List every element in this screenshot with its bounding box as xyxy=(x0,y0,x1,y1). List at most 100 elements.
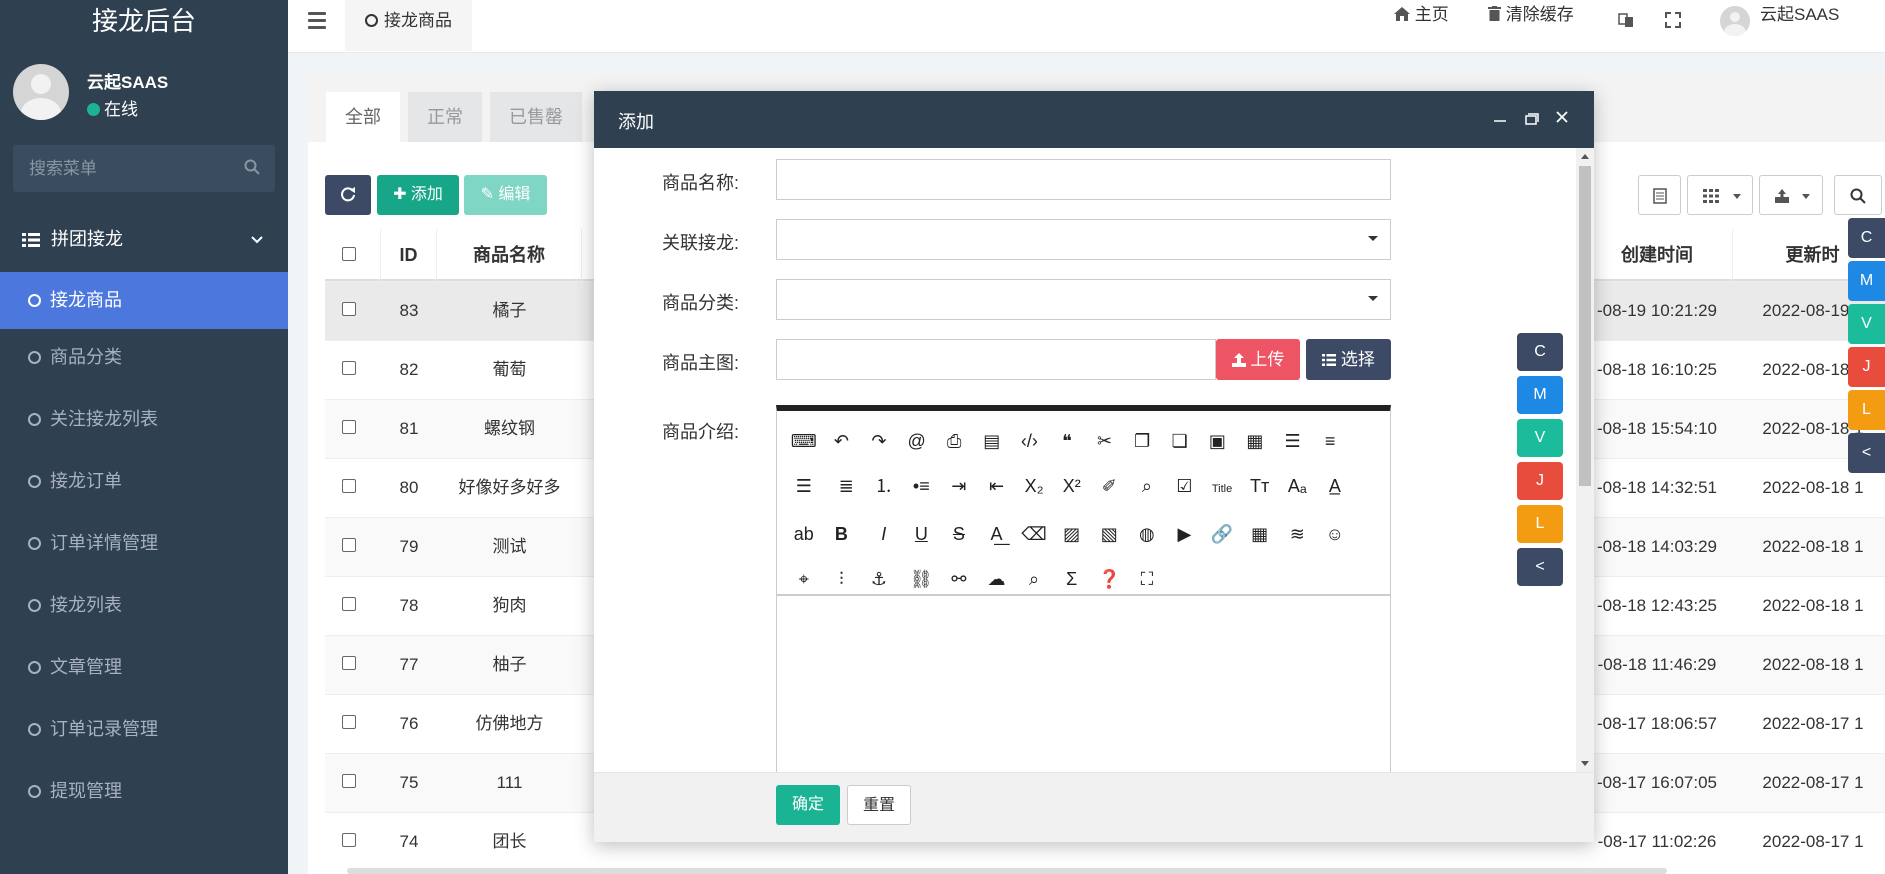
confirm-button[interactable]: 确定 xyxy=(776,785,840,825)
sidebar-item-jielong-list[interactable]: 接龙列表 xyxy=(0,577,288,639)
theme-j-button[interactable]: J xyxy=(1848,347,1885,387)
export-button[interactable] xyxy=(1759,175,1823,215)
image-input[interactable] xyxy=(776,339,1216,380)
unlink-icon[interactable]: ⛓ xyxy=(903,557,941,602)
theme-c-button[interactable]: C xyxy=(1848,218,1885,258)
title-icon[interactable]: Title xyxy=(1203,467,1241,512)
row-checkbox[interactable] xyxy=(342,538,356,552)
font-size-icon[interactable]: Aₐ xyxy=(1278,464,1316,509)
fullscreen-icon[interactable]: ⛶ xyxy=(1128,557,1166,602)
subscript-icon[interactable]: X₂ xyxy=(1015,464,1053,509)
top-user-name[interactable]: 云起SAAS xyxy=(1760,0,1839,25)
row-checkbox[interactable] xyxy=(342,302,356,316)
row-checkbox[interactable] xyxy=(342,361,356,375)
align-center-icon[interactable]: ≡ xyxy=(1311,419,1349,464)
code-icon[interactable]: ‹/› xyxy=(1011,419,1049,464)
minimize-icon[interactable] xyxy=(1494,109,1506,127)
theme-m-button[interactable]: M xyxy=(1848,261,1885,301)
multi-image-icon[interactable]: ▧ xyxy=(1090,512,1128,557)
clear-format-icon[interactable]: ✐ xyxy=(1090,464,1128,509)
tab-sold-out[interactable]: 已售罄 xyxy=(490,92,582,142)
tab-normal[interactable]: 正常 xyxy=(408,92,482,142)
name-input[interactable] xyxy=(776,159,1391,200)
align-right-icon[interactable]: ☰ xyxy=(785,464,823,509)
collapse-button[interactable]: < xyxy=(1848,433,1885,473)
avatar[interactable] xyxy=(1720,6,1750,36)
select-all-checkbox[interactable] xyxy=(342,247,356,261)
menu-search-input[interactable]: 搜索菜单 xyxy=(13,145,275,192)
theme-l-button[interactable]: L xyxy=(1848,390,1885,430)
strikethrough-icon[interactable]: S xyxy=(940,512,978,557)
jielong-select[interactable] xyxy=(776,219,1391,260)
row-checkbox[interactable] xyxy=(342,479,356,493)
cloud-upload-icon[interactable]: ☁ xyxy=(978,557,1016,602)
col-id[interactable]: ID xyxy=(381,229,437,281)
close-icon[interactable] xyxy=(1556,110,1568,128)
undo-icon[interactable]: ↶ xyxy=(823,419,861,464)
modal-theme-v-button[interactable]: V xyxy=(1517,419,1563,457)
select-all-icon[interactable]: ⌕ xyxy=(1128,464,1166,509)
table-view-toggle[interactable] xyxy=(1638,175,1681,215)
page-break-icon[interactable]: ⫶ xyxy=(823,557,861,602)
row-checkbox[interactable] xyxy=(342,833,356,847)
row-checkbox[interactable] xyxy=(342,774,356,788)
bg-color-icon[interactable]: ab xyxy=(785,512,823,557)
checkbox-icon[interactable]: ☑ xyxy=(1166,464,1204,509)
category-select[interactable] xyxy=(776,279,1391,320)
image-icon[interactable]: ▨ xyxy=(1053,512,1091,557)
at-icon[interactable]: @ xyxy=(898,419,936,464)
font-border-icon[interactable]: A͟ xyxy=(978,512,1016,557)
modal-scrollbar[interactable] xyxy=(1576,148,1594,772)
emoticon-icon[interactable]: ☺ xyxy=(1316,512,1354,557)
anchor-icon[interactable]: ⚓ xyxy=(860,557,898,602)
reset-button[interactable]: 重置 xyxy=(847,785,911,825)
upload-button[interactable]: 上传 xyxy=(1216,339,1300,380)
sidebar-item-jielong-goods[interactable]: 接龙商品 xyxy=(0,272,288,329)
remove-link-icon[interactable]: ⚯ xyxy=(940,557,978,602)
scroll-thumb[interactable] xyxy=(1579,166,1591,486)
paste-word-icon[interactable]: ▦ xyxy=(1236,419,1274,464)
sidebar-item-goods-category[interactable]: 商品分类 xyxy=(0,329,288,391)
flash-icon[interactable]: ◍ xyxy=(1128,512,1166,557)
modal-theme-j-button[interactable]: J xyxy=(1517,462,1563,500)
word-icon[interactable]: ▤ xyxy=(973,419,1011,464)
superscript-icon[interactable]: X² xyxy=(1053,464,1091,509)
hr-icon[interactable]: ≋ xyxy=(1278,512,1316,557)
sidebar-item-articles[interactable]: 文章管理 xyxy=(0,639,288,701)
table-icon[interactable]: ▦ xyxy=(1241,512,1279,557)
modal-collapse-button[interactable]: < xyxy=(1517,548,1563,586)
align-left-icon[interactable]: ☰ xyxy=(1274,419,1312,464)
help-icon[interactable]: ❓ xyxy=(1090,557,1128,602)
map-icon[interactable]: ⌖ xyxy=(785,557,823,602)
formula-icon[interactable]: Σ xyxy=(1053,557,1091,602)
modal-theme-l-button[interactable]: L xyxy=(1517,505,1563,543)
source-icon[interactable]: ⌨ xyxy=(785,419,823,464)
bullet-list-icon[interactable]: •≡ xyxy=(903,464,941,509)
italic-icon[interactable]: I xyxy=(865,512,903,557)
ordered-list-icon[interactable]: ⒈ xyxy=(865,464,903,509)
col-created[interactable]: 创建时间 xyxy=(1581,229,1733,281)
print-icon[interactable]: ⎙ xyxy=(935,419,973,464)
outdent-icon[interactable]: ⇤ xyxy=(978,464,1016,509)
sidebar-item-order-details[interactable]: 订单详情管理 xyxy=(0,515,288,577)
cut-icon[interactable]: ✂ xyxy=(1086,419,1124,464)
tab-jielong-goods[interactable]: 接龙商品 xyxy=(345,0,472,51)
bold-icon[interactable]: B xyxy=(823,512,861,557)
sidebar-item-follow-list[interactable]: 关注接龙列表 xyxy=(0,391,288,453)
modal-theme-m-button[interactable]: M xyxy=(1517,376,1563,414)
col-name[interactable]: 商品名称 xyxy=(437,229,582,281)
columns-toggle[interactable] xyxy=(1687,175,1753,215)
row-checkbox[interactable] xyxy=(342,597,356,611)
maximize-icon[interactable] xyxy=(1525,112,1539,130)
fullscreen-icon[interactable] xyxy=(1665,12,1681,33)
justify-icon[interactable]: ≣ xyxy=(827,464,865,509)
font-name-icon[interactable]: Tт xyxy=(1241,464,1279,509)
search-toggle-button[interactable] xyxy=(1834,175,1882,215)
choose-button[interactable]: 选择 xyxy=(1306,339,1391,380)
modal-theme-c-button[interactable]: C xyxy=(1517,333,1563,371)
font-color-icon[interactable]: A̲ xyxy=(1316,464,1354,509)
indent-icon[interactable]: ⇥ xyxy=(940,464,978,509)
theme-v-button[interactable]: V xyxy=(1848,304,1885,344)
find-replace-icon[interactable]: ⌕ xyxy=(1015,557,1053,602)
quote-icon[interactable]: ❝ xyxy=(1048,419,1086,464)
